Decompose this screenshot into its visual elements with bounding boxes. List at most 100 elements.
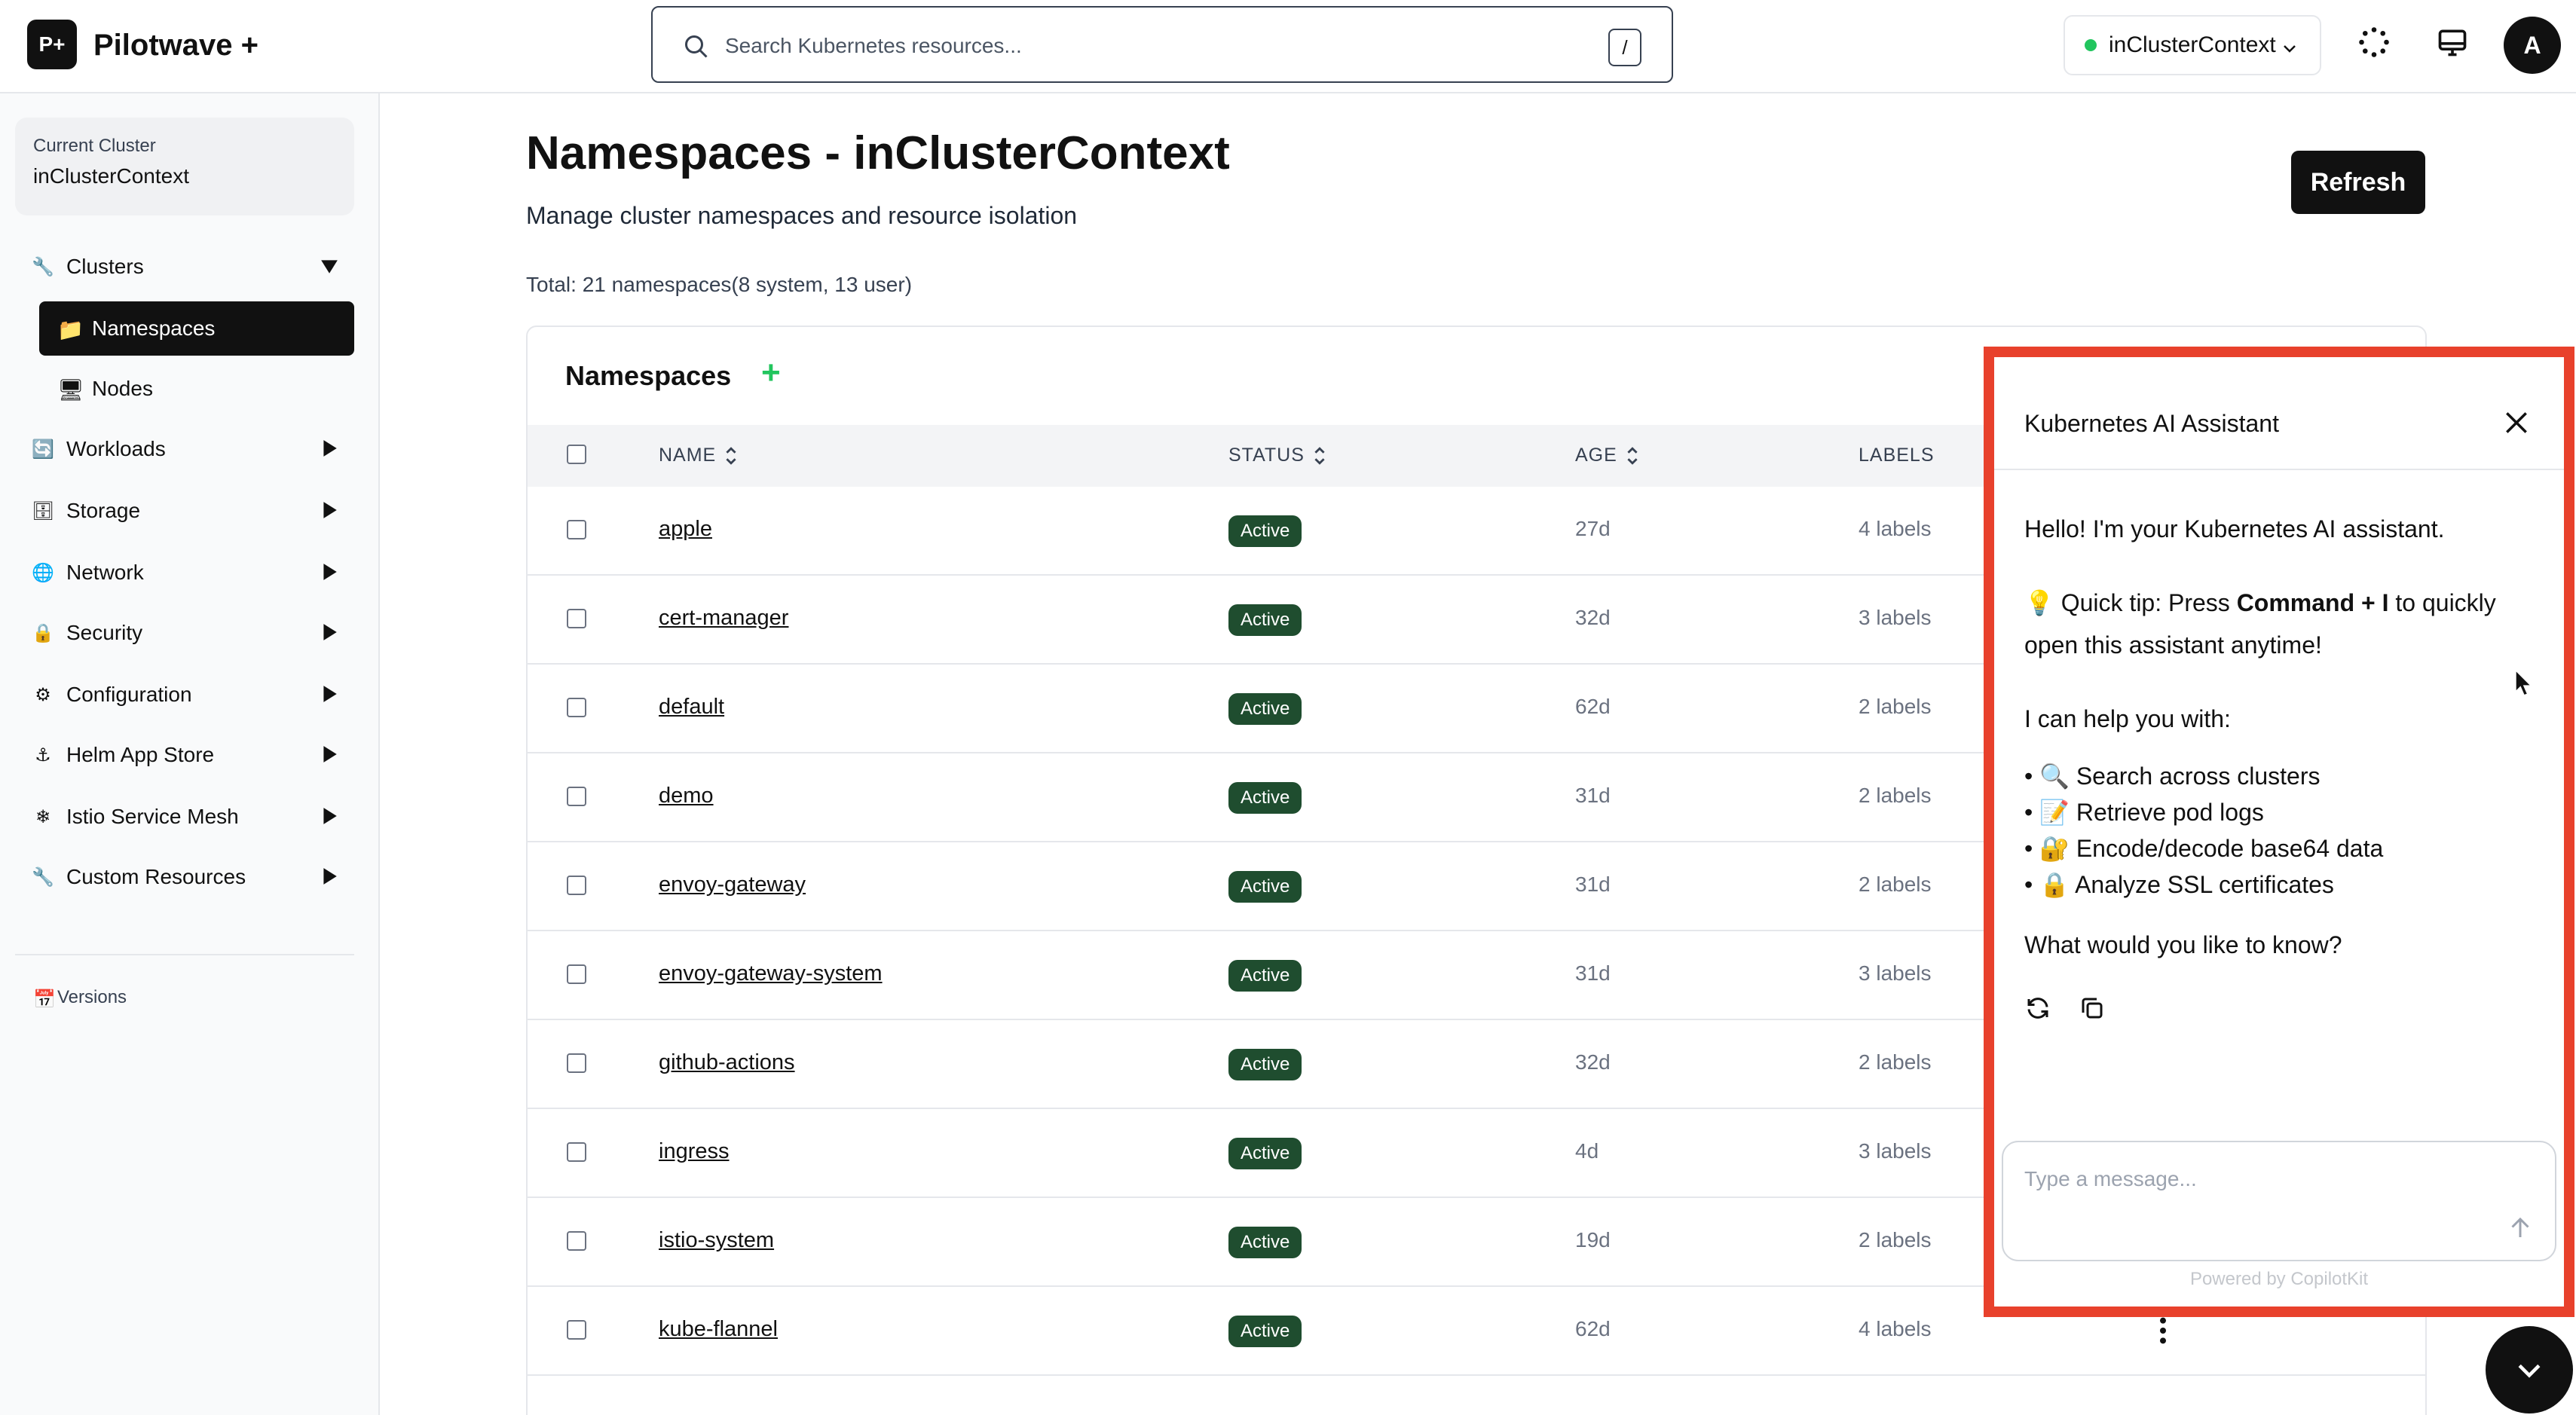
column-label: STATUS — [1228, 445, 1305, 466]
namespace-link[interactable]: demo — [659, 784, 714, 808]
sidebar-item-label: Configuration — [66, 683, 192, 706]
column-label: NAME — [659, 445, 717, 466]
namespace-labels[interactable]: 4 labels — [1859, 1317, 1932, 1341]
sidebar-item-namespaces[interactable]: 📁 Namespaces — [39, 301, 354, 356]
loading-spinner-icon[interactable] — [2357, 26, 2391, 59]
cluster-context-dropdown[interactable]: inClusterContext — [2064, 15, 2321, 75]
close-icon[interactable] — [2502, 408, 2531, 437]
sidebar-item-nodes[interactable]: 🖥 Nodes — [39, 362, 354, 416]
namespace-link[interactable]: kube-flannel — [659, 1317, 778, 1342]
row-checkbox[interactable] — [567, 1053, 586, 1073]
column-label: LABELS — [1859, 445, 1935, 466]
sidebar-item-network[interactable]: 🌐 Network — [30, 546, 354, 600]
ai-assistant-panel: Kubernetes AI Assistant Hello! I'm your … — [1984, 347, 2574, 1317]
assistant-help-intro: I can help you with: — [2024, 705, 2231, 732]
namespace-age: 19d — [1575, 1228, 1611, 1251]
namespace-link[interactable]: default — [659, 695, 724, 720]
sidebar-item-security[interactable]: 🔒 Security — [30, 606, 354, 660]
current-cluster-card: Current Cluster inClusterContext — [15, 118, 354, 215]
row-checkbox[interactable] — [567, 964, 586, 984]
namespace-link[interactable]: apple — [659, 517, 712, 542]
row-checkbox[interactable] — [567, 787, 586, 806]
namespace-link[interactable]: ingress — [659, 1139, 730, 1164]
storage-icon: 🗄 — [31, 500, 55, 521]
capabilities-list: • 🔍 Search across clusters • 📝 Retrieve … — [2024, 758, 2544, 903]
status-badge: Active — [1228, 515, 1302, 547]
anchor-icon: ⚓ — [35, 744, 51, 766]
cluster-context-label: inClusterContext — [2109, 32, 2276, 57]
user-avatar[interactable]: A — [2504, 17, 2561, 74]
sidebar-item-istio-service-mesh[interactable]: ❄ Istio Service Mesh — [30, 790, 354, 844]
sidebar-item-helm-app-store[interactable]: ⚓ Helm App Store — [30, 728, 354, 782]
namespace-labels[interactable]: 2 labels — [1859, 1228, 1932, 1252]
assistant-toggle-button[interactable] — [2486, 1326, 2573, 1413]
namespace-labels[interactable]: 3 labels — [1859, 606, 1932, 630]
capability-text: 📝 Retrieve pod logs — [2039, 799, 2264, 826]
chevron-down-icon — [2284, 45, 2296, 53]
select-all-checkbox[interactable] — [567, 445, 586, 464]
namespace-labels[interactable]: 3 labels — [1859, 961, 1932, 986]
monitor-icon[interactable] — [2436, 26, 2469, 59]
current-cluster-value: inClusterContext — [33, 164, 189, 188]
column-header-name[interactable]: NAME — [659, 445, 739, 466]
message-composer — [2002, 1141, 2556, 1261]
send-arrow-icon[interactable] — [2507, 1215, 2534, 1242]
powered-by: Powered by CopilotKit — [2189, 1269, 2369, 1289]
message-input[interactable] — [2024, 1160, 2477, 1198]
add-namespace-button[interactable]: + — [761, 354, 781, 392]
refresh-button[interactable]: Refresh — [2291, 151, 2425, 214]
namespace-labels[interactable]: 2 labels — [1859, 1050, 1932, 1074]
sidebar-item-label: Network — [66, 561, 144, 584]
list-item: • 🔒 Analyze SSL certificates — [2024, 871, 2334, 898]
row-checkbox[interactable] — [567, 1231, 586, 1251]
column-header-age[interactable]: AGE — [1575, 445, 1640, 466]
search-input[interactable] — [725, 26, 1554, 66]
sidebar-item-clusters[interactable]: 🔧 Clusters — [30, 240, 354, 294]
row-checkbox[interactable] — [567, 698, 586, 717]
sidebar-item-workloads[interactable]: 🔄 Workloads — [30, 422, 354, 476]
namespace-link[interactable]: github-actions — [659, 1050, 795, 1075]
sidebar-item-custom-resources[interactable]: 🔧 Custom Resources — [30, 850, 354, 904]
status-badge: Active — [1228, 1316, 1302, 1347]
namespace-age: 62d — [1575, 695, 1611, 718]
namespace-labels[interactable]: 3 labels — [1859, 1139, 1932, 1163]
sidebar-item-configuration[interactable]: ⚙ Configuration — [30, 668, 354, 722]
namespace-labels[interactable]: 2 labels — [1859, 695, 1932, 719]
sidebar-item-label: Storage — [66, 499, 141, 522]
column-header-status[interactable]: STATUS — [1228, 445, 1327, 466]
namespace-link[interactable]: envoy-gateway — [659, 873, 806, 897]
namespace-link[interactable]: istio-system — [659, 1228, 774, 1253]
namespace-labels[interactable]: 2 labels — [1859, 873, 1932, 897]
capability-text: 🔍 Search across clusters — [2039, 763, 2321, 790]
sort-icon — [726, 446, 736, 465]
folder-icon: 📁 — [57, 318, 84, 341]
namespace-labels[interactable]: 2 labels — [1859, 784, 1932, 808]
namespace-link[interactable]: cert-manager — [659, 606, 788, 631]
regenerate-icon[interactable] — [2024, 995, 2051, 1022]
sidebar-item-storage[interactable]: 🗄 Storage — [30, 484, 354, 538]
globe-icon: 🌐 — [32, 562, 54, 583]
row-checkbox[interactable] — [567, 520, 586, 539]
versions-link[interactable]: 📅 Versions — [33, 987, 127, 1010]
row-checkbox[interactable] — [567, 609, 586, 628]
triangle-right-icon — [323, 564, 337, 580]
sidebar-item-label: Namespaces — [92, 316, 216, 340]
more-options-icon[interactable] — [2155, 1316, 2171, 1346]
global-search[interactable]: / — [651, 6, 1673, 83]
lock-icon: 🔒 — [32, 622, 54, 643]
status-badge: Active — [1228, 871, 1302, 903]
wrench-icon: 🔧 — [32, 256, 54, 277]
row-checkbox[interactable] — [567, 1320, 586, 1340]
status-badge: Active — [1228, 604, 1302, 636]
row-checkbox[interactable] — [567, 876, 586, 895]
triangle-right-icon — [323, 746, 337, 763]
assistant-tip: 💡 Quick tip: Press Command + I to quickl… — [2024, 582, 2544, 666]
app-logo[interactable]: P+ — [27, 20, 77, 69]
copy-icon[interactable] — [2079, 995, 2106, 1022]
page-subtitle: Manage cluster namespaces and resource i… — [526, 202, 1078, 229]
namespace-labels[interactable]: 4 labels — [1859, 517, 1932, 541]
namespace-link[interactable]: envoy-gateway-system — [659, 961, 883, 986]
monitor-icon: 🖥 — [57, 378, 84, 402]
gear-icon: ⚙ — [35, 684, 51, 705]
row-checkbox[interactable] — [567, 1142, 586, 1162]
